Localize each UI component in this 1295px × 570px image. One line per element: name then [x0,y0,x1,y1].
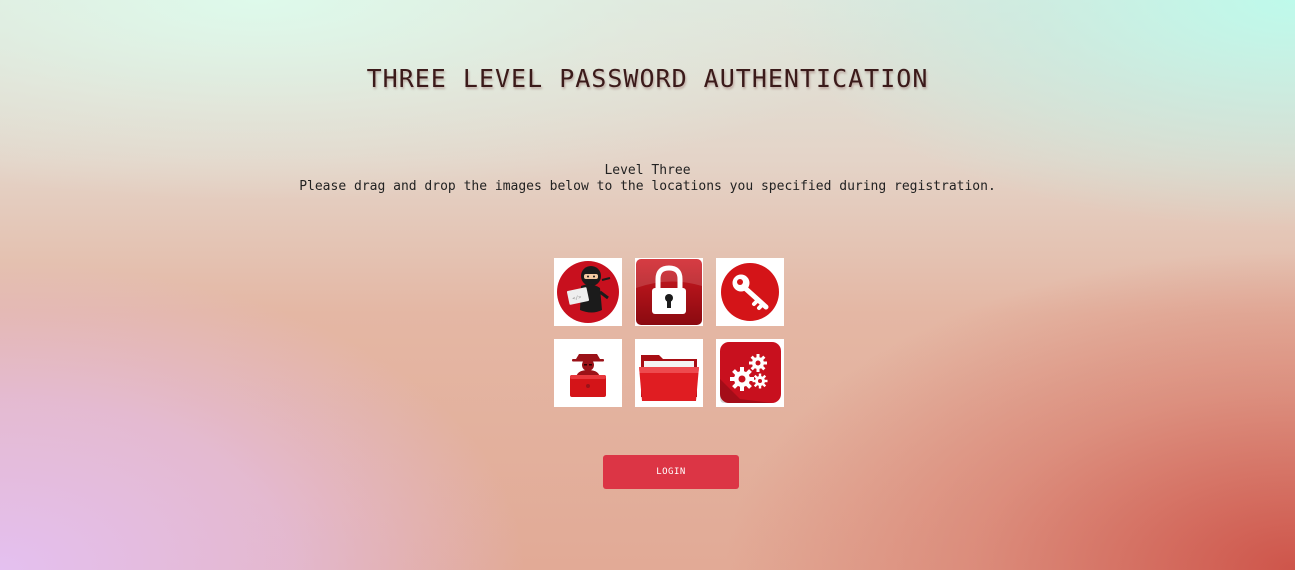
padlock-image[interactable] [635,258,703,326]
folder-icon [639,355,699,401]
folder-image[interactable] [635,339,703,407]
login-button[interactable]: LOGIN [603,455,739,489]
instruction-text: Please drag and drop the images below to… [299,179,996,194]
ninja-hacker-icon: </> [557,261,619,323]
spy-laptop-image[interactable] [554,339,622,407]
key-icon [721,263,779,321]
ninja-hacker-image[interactable]: </> [554,258,622,326]
spy-laptop-icon [570,354,606,397]
draggable-image-grid: </> [554,258,785,408]
level-label: Level Three [604,163,691,178]
padlock-icon [636,259,702,325]
gears-icon [720,342,781,403]
page-title: THREE LEVEL PASSWORD AUTHENTICATION [366,64,929,93]
gears-image[interactable] [716,339,784,407]
instructions: Level Three Please drag and drop the ima… [0,163,1295,195]
key-image[interactable] [716,258,784,326]
